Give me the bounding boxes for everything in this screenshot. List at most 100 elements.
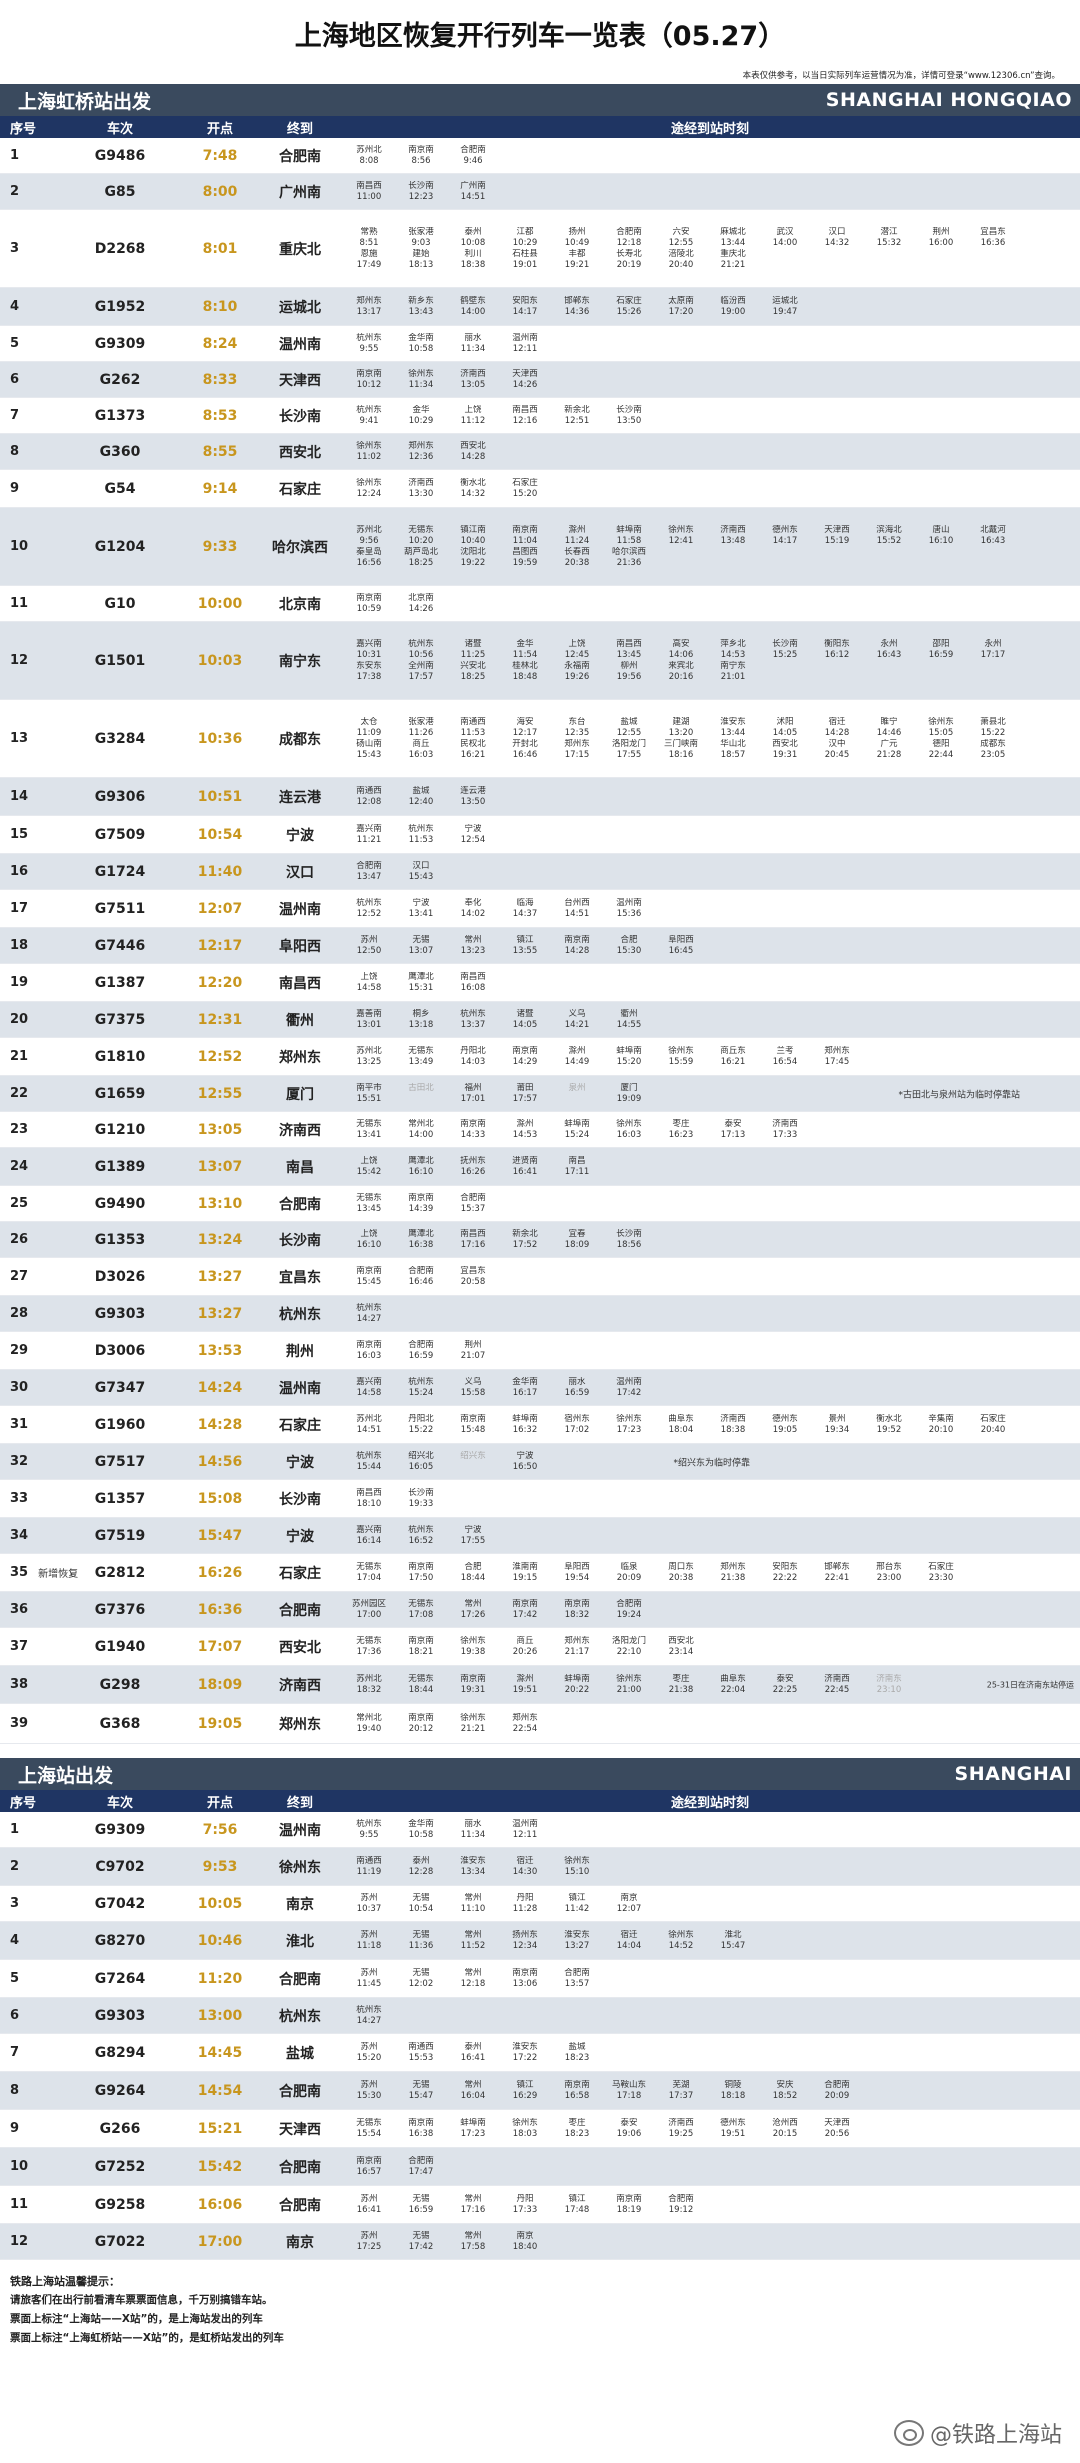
row-terminal: 南宁东 <box>279 653 321 670</box>
stop: 泉州 <box>551 1083 603 1105</box>
row-stops: 苏州园区 17:00 无锡东 17:08 常州 17:26 南京南 17:42 南京南 18:32… <box>340 1599 1080 1621</box>
stop-time: 16:17 <box>512 1387 538 1398</box>
stop-station: 镇江 <box>568 2193 586 2204</box>
stop-station: 温州南 <box>616 897 642 908</box>
stop: 新余北 12:51 <box>551 405 603 427</box>
row-train: G8294 <box>94 2044 146 2061</box>
stop-station: 镇江 <box>516 934 534 945</box>
stop: 南昌西 18:10 <box>343 1488 395 1510</box>
stop: 南京南 18:19 <box>603 2194 655 2216</box>
row-departure: 12:52 <box>197 1048 243 1065</box>
row-seq: 36 <box>10 1602 29 1617</box>
row-stops: 徐州东 11:02 郑州东 12:36 西安北 14:28 <box>340 441 1080 463</box>
stop-line: 苏州北 8:08 南京南 8:56 合肥南 9:46 <box>343 145 1080 167</box>
section-title-en: SHANGHAI <box>954 1763 1072 1785</box>
stop: 温州南 15:36 <box>603 898 655 920</box>
stop-station: 无锡东 <box>356 2117 382 2128</box>
stop-time: 12:16 <box>512 415 538 426</box>
stop: 泰安 19:06 <box>603 2118 655 2140</box>
row-seq: 5 <box>10 1971 20 1986</box>
stop-time: 15:59 <box>668 1056 694 1067</box>
stop-time: 16:03 <box>408 749 434 760</box>
table-row: 23 G1210 13:05 济南西 无锡东 13:41 常州北 14:00 南京南 14:33 滁… <box>0 1112 1080 1148</box>
stop-station: 徐州东 <box>928 716 954 727</box>
row-train: G10 <box>104 595 136 612</box>
row-stops: 南昌西 11:00 长沙南 12:23 广州南 14:51 <box>340 181 1080 203</box>
stop-station: 杭州东 <box>460 1008 486 1019</box>
stop: 镇江 16:29 <box>499 2080 551 2102</box>
row-stops: 苏州 16:41 无锡 16:59 常州 17:16 丹阳 17:33 镇江 17:48 南京南 18… <box>340 2194 1080 2216</box>
stop: 秦皇岛 16:56 <box>343 547 395 569</box>
stop-station: 泰安 <box>724 1118 742 1129</box>
stop: 福州 17:01 <box>447 1083 499 1105</box>
stop-line: 杭州东 12:52 宁波 13:41 奉化 14:02 临海 14:37 台州西 14:51 温州南… <box>343 898 1080 920</box>
stop: 桐乡 13:18 <box>395 1009 447 1031</box>
stop: 南京南 15:45 <box>343 1266 395 1288</box>
stop: 建始 18:13 <box>395 249 447 271</box>
stop: 沭阳 14:05 <box>759 717 811 739</box>
stop: 杭州东 11:53 <box>395 824 447 846</box>
stop: 沈阳北 19:22 <box>447 547 499 569</box>
stop: 进贤南 16:41 <box>499 1156 551 1178</box>
stop-station: 唐山 <box>932 524 950 535</box>
stop-station: 南昌西 <box>356 180 382 191</box>
stop-time: 17:57 <box>512 1093 538 1104</box>
stop: 重庆北 21:21 <box>707 249 759 271</box>
stop-station: 苏州北 <box>356 144 382 155</box>
stop-time: 14:06 <box>668 649 694 660</box>
column-header-dep: 开点 <box>206 121 233 137</box>
stop: 徐州东 18:03 <box>499 2118 551 2140</box>
row-terminal: 长沙南 <box>279 1232 321 1249</box>
stop-time: 20:38 <box>668 1572 694 1583</box>
row-departure: 9:53 <box>202 1858 238 1875</box>
stop-station: 嘉兴南 <box>356 638 382 649</box>
stop-time: 20:10 <box>928 1424 954 1435</box>
row-train: G1810 <box>94 1048 146 1065</box>
row-train: G9309 <box>94 1821 146 1838</box>
stop-time: 14:51 <box>460 191 486 202</box>
stop-time: 15:30 <box>356 2090 382 2101</box>
row-seq: 6 <box>10 372 20 387</box>
stop: 杭州东 10:56 <box>395 639 447 661</box>
stop-time: 17:11 <box>564 1166 590 1177</box>
row-stops: 无锡东 13:45 南京南 14:39 合肥南 15:37 <box>340 1193 1080 1215</box>
stop-time: 18:23 <box>564 2128 590 2139</box>
table-row: 37 G1940 17:07 西安北 无锡东 17:36 南京南 18:21 徐州东 19:38 商… <box>0 1628 1080 1666</box>
table-row: 34 G7519 15:47 宁波 嘉兴南 16:14 杭州东 16:52 宁波 17:55 <box>0 1518 1080 1554</box>
section-shanghai: 上海站出发 SHANGHAI 序号 车次 开点 终到 途经到站时刻 1 G9309 7:56 温州南… <box>0 1758 1080 2260</box>
stop-time: 15:10 <box>564 1866 590 1877</box>
row-terminal: 盐城 <box>286 2045 314 2062</box>
row-stops: 苏州北 8:08 南京南 8:56 合肥南 9:46 <box>340 145 1080 167</box>
stop-station: 枣庄 <box>672 1118 690 1129</box>
stop-station: 郑州东 <box>564 1635 590 1646</box>
stop-station: 南京 <box>620 1892 638 1903</box>
stop-station: 南昌西 <box>512 404 538 415</box>
stop: 郑州东 22:54 <box>499 1713 551 1735</box>
table-row: 32 G7517 14:56 宁波 杭州东 15:44 绍兴北 16:05 绍兴东 宁波 16:50… <box>0 1444 1080 1480</box>
stop-station: 北京南 <box>408 592 434 603</box>
stop-time: 15:20 <box>356 2052 382 2063</box>
row-train: G7022 <box>94 2233 146 2250</box>
stop: 淮安东 13:27 <box>551 1930 603 1952</box>
stop-time: 17:36 <box>356 1646 382 1657</box>
stop-time: 12:07 <box>616 1903 642 1914</box>
stop: 南通西 12:08 <box>343 786 395 808</box>
weibo-logo-icon <box>893 2420 924 2446</box>
stop-time: 11:45 <box>356 1978 382 1989</box>
stop-time: 13:17 <box>356 306 382 317</box>
stop: 广州南 14:51 <box>447 181 499 203</box>
stop: 蚌埠南 20:22 <box>551 1674 603 1696</box>
stop-station: 涪陵北 <box>668 248 694 259</box>
stop-station: 萧县北 <box>980 716 1006 727</box>
stop-time: 17:18 <box>616 2090 642 2101</box>
stop: 滁州 19:51 <box>499 1674 551 1696</box>
table-row: 4 G8270 10:46 淮北 苏州 11:18 无锡 11:36 常州 11:52 扬州东 12:… <box>0 1922 1080 1960</box>
stop-station: 济南西 <box>668 2117 694 2128</box>
stop: 徐州东 11:02 <box>343 441 395 463</box>
section-title-en: SHANGHAI HONGQIAO <box>825 89 1072 111</box>
stop-time: 23:30 <box>928 1572 954 1583</box>
stop-station: 徐州东 <box>668 524 694 535</box>
stop: 丹阳北 14:03 <box>447 1046 499 1068</box>
stop: 温州南 12:11 <box>499 333 551 355</box>
row-departure: 12:17 <box>197 937 243 954</box>
